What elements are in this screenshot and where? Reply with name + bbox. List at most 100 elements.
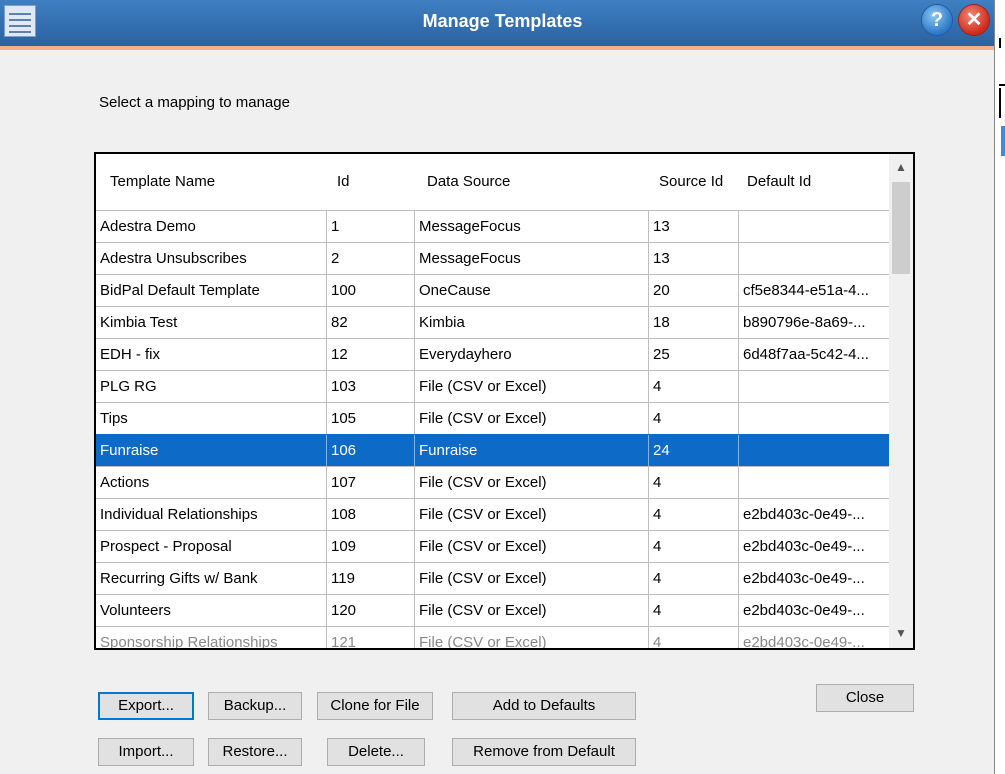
cell-data-source: File (CSV or Excel) <box>414 467 648 498</box>
cell-data-source: Funraise <box>414 435 648 466</box>
cell-template-name: Prospect - Proposal <box>100 538 232 555</box>
cell-data-source: File (CSV or Excel) <box>414 371 648 402</box>
column-header-template-name[interactable]: Template Name <box>110 154 215 210</box>
cell-template-name: Adestra Unsubscribes <box>100 250 247 267</box>
title-bar: Manage Templates ? ✕ <box>0 0 1005 46</box>
clone-for-file-button[interactable]: Clone for File <box>317 692 433 720</box>
cell-data-source: MessageFocus <box>414 243 648 274</box>
cell-template-name: Funraise <box>100 442 159 459</box>
cell-source-id: 13 <box>648 243 738 274</box>
close-window-icon[interactable]: ✕ <box>959 5 989 35</box>
cell-id: 120 <box>326 595 414 626</box>
cell-source-id: 4 <box>648 595 738 626</box>
table-row-selected[interactable]: Funraise 106 Funraise 24 <box>96 434 889 466</box>
cell-id: 108 <box>326 499 414 530</box>
cell-id: 100 <box>326 275 414 306</box>
cell-template-name: Tips <box>100 410 128 427</box>
table-row[interactable]: Sponsorship Relationships 121 File (CSV or… <box>96 626 889 648</box>
cell-default-id: e2bd403c-0e49-... <box>738 595 889 626</box>
cell-default-id <box>738 211 889 242</box>
window-title: Manage Templates <box>422 11 583 31</box>
cell-source-id: 4 <box>648 499 738 530</box>
vertical-scrollbar[interactable]: ▲ ▼ <box>889 154 913 648</box>
cell-template-name: Adestra Demo <box>100 218 196 235</box>
table-row[interactable]: PLG RG 103 File (CSV or Excel) 4 <box>96 370 889 402</box>
cell-id: 12 <box>326 339 414 370</box>
cell-id: 2 <box>326 243 414 274</box>
cell-default-id <box>738 243 889 274</box>
restore-button[interactable]: Restore... <box>208 738 302 766</box>
column-header-id[interactable]: Id <box>337 154 350 210</box>
backup-button[interactable]: Backup... <box>208 692 302 720</box>
table-row[interactable]: Adestra Unsubscribes 2 MessageFocus 13 <box>96 242 889 274</box>
cell-default-id: e2bd403c-0e49-... <box>738 531 889 562</box>
delete-button[interactable]: Delete... <box>327 738 425 766</box>
cell-id: 119 <box>326 563 414 594</box>
cell-template-name: Volunteers <box>100 602 171 619</box>
table-row[interactable]: EDH - fix 12 Everydayhero 25 6d48f7aa-5c42-4… <box>96 338 889 370</box>
cell-data-source: OneCause <box>414 275 648 306</box>
import-button[interactable]: Import... <box>98 738 194 766</box>
cell-id: 103 <box>326 371 414 402</box>
table-row[interactable]: Adestra Demo 1 MessageFocus 13 <box>96 210 889 242</box>
cell-default-id <box>738 403 889 434</box>
cell-data-source: File (CSV or Excel) <box>414 403 648 434</box>
cell-source-id: 18 <box>648 307 738 338</box>
scroll-up-icon[interactable]: ▲ <box>889 156 913 178</box>
cell-id: 109 <box>326 531 414 562</box>
table-row[interactable]: Individual Relationships 108 File (CSV or … <box>96 498 889 530</box>
cell-id: 107 <box>326 467 414 498</box>
cell-source-id: 4 <box>648 627 738 648</box>
table-row[interactable]: BidPal Default Template 100 OneCause 20 cf5e… <box>96 274 889 306</box>
cell-default-id: e2bd403c-0e49-... <box>738 499 889 530</box>
cell-source-id: 4 <box>648 467 738 498</box>
cell-template-name: Individual Relationships <box>100 506 258 523</box>
grid-header: Template Name Id Data Source Source Id D… <box>96 154 889 210</box>
cell-default-id <box>738 467 889 498</box>
cell-default-id: 6d48f7aa-5c42-4... <box>738 339 889 370</box>
table-row[interactable]: Volunteers 120 File (CSV or Excel) 4 e2bd403… <box>96 594 889 626</box>
cell-source-id: 13 <box>648 211 738 242</box>
cell-data-source: File (CSV or Excel) <box>414 627 648 648</box>
cell-source-id: 20 <box>648 275 738 306</box>
table-row[interactable]: Recurring Gifts w/ Bank 119 File (CSV or E… <box>96 562 889 594</box>
scroll-thumb[interactable] <box>892 182 910 274</box>
cell-source-id: 24 <box>648 435 738 466</box>
cell-default-id: e2bd403c-0e49-... <box>738 627 889 648</box>
remove-from-default-button[interactable]: Remove from Default <box>452 738 636 766</box>
cell-data-source: File (CSV or Excel) <box>414 595 648 626</box>
background-window-edge <box>994 0 1005 774</box>
add-to-defaults-button[interactable]: Add to Defaults <box>452 692 636 720</box>
cell-source-id: 4 <box>648 371 738 402</box>
instruction-label: Select a mapping to manage <box>99 94 290 111</box>
title-accent-stripe <box>0 46 1005 50</box>
column-header-default-id[interactable]: Default Id <box>747 154 811 210</box>
cell-id: 1 <box>326 211 414 242</box>
cell-default-id: cf5e8344-e51a-4... <box>738 275 889 306</box>
column-header-data-source[interactable]: Data Source <box>427 154 510 210</box>
cell-default-id <box>738 435 889 466</box>
export-button[interactable]: Export... <box>98 692 194 720</box>
cell-id: 106 <box>326 435 414 466</box>
templates-grid[interactable]: Template Name Id Data Source Source Id D… <box>94 152 915 650</box>
close-button[interactable]: Close <box>816 684 914 712</box>
cell-template-name: EDH - fix <box>100 346 160 363</box>
cell-source-id: 4 <box>648 403 738 434</box>
cell-data-source: MessageFocus <box>414 211 648 242</box>
cell-source-id: 4 <box>648 531 738 562</box>
scroll-down-icon[interactable]: ▼ <box>889 622 913 644</box>
table-row[interactable]: Kimbia Test 82 Kimbia 18 b890796e-8a69-... <box>96 306 889 338</box>
cell-source-id: 25 <box>648 339 738 370</box>
cell-template-name: BidPal Default Template <box>100 282 260 299</box>
help-icon[interactable]: ? <box>922 5 952 35</box>
column-header-source-id[interactable]: Source Id <box>659 154 723 210</box>
table-row[interactable]: Prospect - Proposal 109 File (CSV or Excel… <box>96 530 889 562</box>
cell-data-source: File (CSV or Excel) <box>414 531 648 562</box>
cell-template-name: Kimbia Test <box>100 314 178 331</box>
cell-data-source: Everydayhero <box>414 339 648 370</box>
cell-data-source: Kimbia <box>414 307 648 338</box>
table-row[interactable]: Actions 107 File (CSV or Excel) 4 <box>96 466 889 498</box>
cell-data-source: File (CSV or Excel) <box>414 499 648 530</box>
table-row[interactable]: Tips 105 File (CSV or Excel) 4 <box>96 402 889 434</box>
cell-default-id: e2bd403c-0e49-... <box>738 563 889 594</box>
